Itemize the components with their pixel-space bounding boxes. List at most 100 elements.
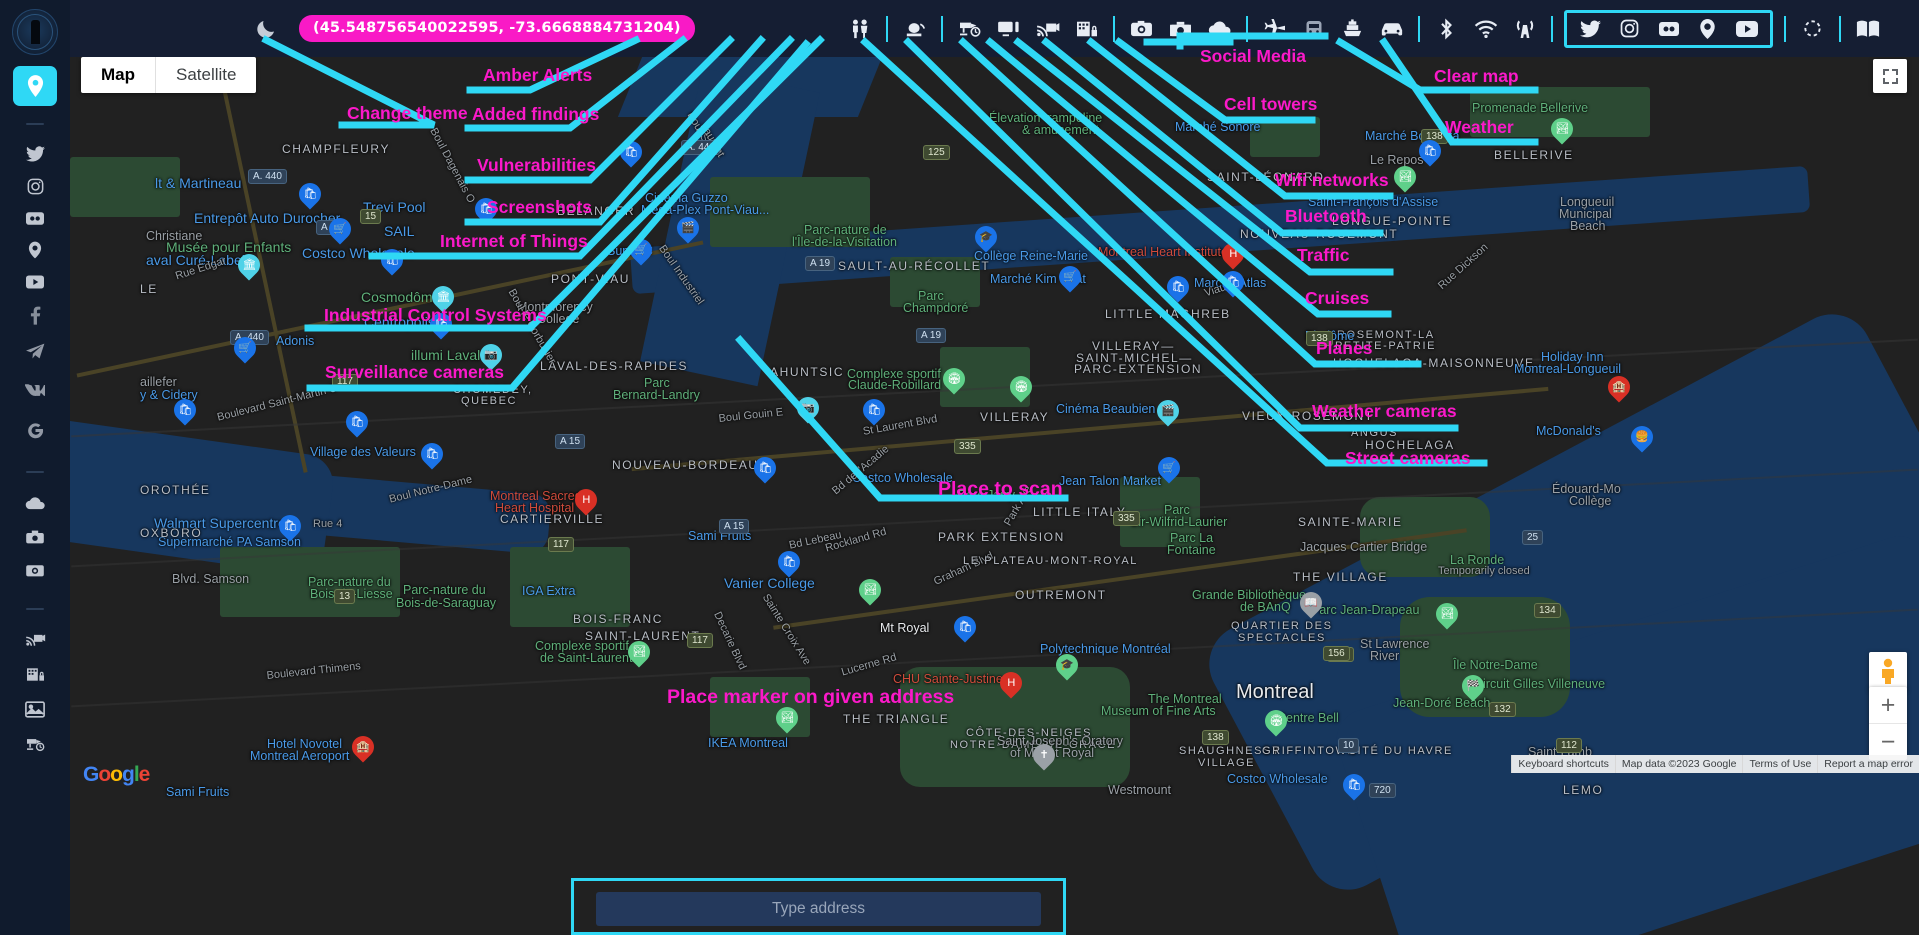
google-logo: Google — [83, 763, 150, 786]
sidebar-divider — [26, 123, 44, 125]
sidebar-item-google[interactable] — [0, 410, 70, 450]
zoom-controls[interactable]: + − — [1869, 687, 1907, 760]
map-type-satellite[interactable]: Satellite — [156, 57, 256, 93]
road-shield: 117 — [332, 374, 358, 389]
top-toolbar: (45.548756540022595, -73.6668884731204) — [70, 0, 1919, 57]
toolbar-divider — [941, 15, 943, 42]
sidebar-item-map-pin[interactable] — [13, 66, 57, 106]
park-patch — [70, 157, 180, 217]
monitor-icon[interactable] — [989, 12, 1028, 46]
wifi-icon[interactable] — [1466, 12, 1505, 46]
road-shield: A 19 — [916, 328, 947, 343]
sidebar-item-webcams[interactable] — [0, 520, 70, 553]
road-shield: A 15 — [316, 220, 347, 235]
toolbar-group-transport — [1255, 12, 1411, 46]
zoom-in-button[interactable]: + — [1869, 687, 1907, 723]
sidebar-divider — [26, 608, 44, 610]
car-icon[interactable] — [1372, 12, 1411, 46]
park-patch — [1470, 87, 1650, 137]
road-shield: A. 440 — [681, 140, 720, 155]
keyboard-shortcuts-link[interactable]: Keyboard shortcuts — [1511, 755, 1615, 773]
bluetooth-icon[interactable] — [1427, 12, 1466, 46]
road-shield: 13 — [334, 589, 356, 604]
ship-icon[interactable] — [1333, 12, 1372, 46]
toolbar-divider — [886, 15, 888, 42]
sidebar-item-ics[interactable] — [0, 657, 70, 692]
terms-of-use-link[interactable]: Terms of Use — [1742, 755, 1818, 773]
road-shield: 117 — [548, 537, 574, 552]
street-view-pegman[interactable] — [1869, 652, 1907, 690]
toolbar-divider — [1839, 15, 1841, 42]
sidebar-item-wifi-networks[interactable] — [0, 622, 70, 657]
road-shield: A. 440 — [248, 169, 287, 184]
toolbar-group-clear — [1793, 12, 1832, 46]
social-media-group-highlight — [1564, 9, 1773, 48]
cloud-icon[interactable] — [1200, 12, 1239, 46]
sidebar-item-periscope[interactable] — [0, 234, 70, 266]
park-patch — [900, 667, 1130, 787]
map-type-map[interactable]: Map — [81, 57, 155, 93]
plane-icon[interactable] — [1255, 12, 1294, 46]
youtube-icon[interactable] — [1727, 12, 1766, 46]
wifi-camera-icon[interactable] — [1028, 12, 1067, 46]
book-map-icon[interactable] — [1848, 12, 1887, 46]
sidebar-item-screenshots[interactable] — [0, 692, 70, 727]
train-icon[interactable] — [1294, 12, 1333, 46]
toolbar-divider — [1246, 15, 1248, 42]
toolbar-group-people — [840, 12, 879, 46]
road-shield: 138 — [1306, 331, 1333, 346]
instagram-icon[interactable] — [1610, 12, 1649, 46]
sidebar-item-youtube[interactable] — [0, 266, 70, 298]
periscope-icon[interactable] — [1688, 12, 1727, 46]
surveillance-camera-icon[interactable] — [950, 12, 989, 46]
street-camera-icon[interactable] — [1122, 12, 1161, 46]
people-icon[interactable] — [840, 12, 879, 46]
toolbar-group-cameras — [1122, 12, 1239, 46]
building-lock-icon[interactable] — [1067, 12, 1106, 46]
map-data-text: Map data ©2023 Google — [1614, 755, 1743, 773]
cell-tower-icon[interactable] — [1505, 12, 1544, 46]
map-canvas[interactable]: Map Satellite + − Google Keyboard shortc… — [70, 57, 1919, 935]
sidebar-item-cameras[interactable] — [0, 553, 70, 586]
toolbar-divider — [1784, 15, 1786, 42]
road-shield: 138 — [1202, 730, 1229, 745]
road-shield: 335 — [1113, 511, 1140, 526]
toolbar-divider — [1551, 15, 1553, 42]
road-shield: 132 — [1489, 702, 1516, 717]
app-logo — [12, 9, 58, 55]
sidebar-item-facebook[interactable] — [0, 298, 70, 332]
toolbar-divider — [1418, 15, 1420, 42]
flickr-icon[interactable] — [1649, 12, 1688, 46]
report-error-link[interactable]: Report a map error — [1817, 755, 1919, 773]
sidebar-item-instagram[interactable] — [0, 170, 70, 202]
sidebar-item-vk[interactable] — [0, 370, 70, 410]
road-shield: 156 — [1323, 646, 1350, 661]
coordinates-badge: (45.548756540022595, -73.6668884731204) — [299, 15, 695, 42]
sidebar-item-weather[interactable] — [0, 487, 70, 520]
sidebar-item-surveillance-cameras[interactable] — [0, 727, 70, 762]
sidebar-item-telegram[interactable] — [0, 332, 70, 370]
sidebar-item-flickr[interactable] — [0, 202, 70, 234]
park-patch — [710, 677, 810, 737]
park-patch — [940, 347, 1030, 407]
road-shield: 10 — [1338, 738, 1360, 753]
address-search-container — [571, 878, 1066, 935]
toolbar-divider — [1113, 15, 1115, 42]
address-input[interactable] — [596, 892, 1041, 926]
road-shield: 134 — [1534, 603, 1561, 618]
fullscreen-icon[interactable] — [1873, 59, 1907, 93]
theme-toggle-moon-icon[interactable] — [255, 18, 277, 40]
map-type-toggle[interactable]: Map Satellite — [81, 57, 257, 93]
road-shield: 138 — [1421, 129, 1448, 144]
clear-icon[interactable] — [1793, 12, 1832, 46]
road-shield: A 19 — [805, 256, 836, 271]
twitter-icon[interactable] — [1571, 12, 1610, 46]
weather-camera-icon[interactable] — [1161, 12, 1200, 46]
siren-icon[interactable] — [895, 12, 934, 46]
road-shield: 720 — [1369, 783, 1396, 798]
sidebar-item-twitter[interactable] — [0, 137, 70, 170]
road-shield: 335 — [954, 439, 981, 454]
sidebar-divider — [26, 471, 44, 473]
park-patch — [890, 257, 980, 307]
road-shield: 125 — [923, 145, 950, 160]
